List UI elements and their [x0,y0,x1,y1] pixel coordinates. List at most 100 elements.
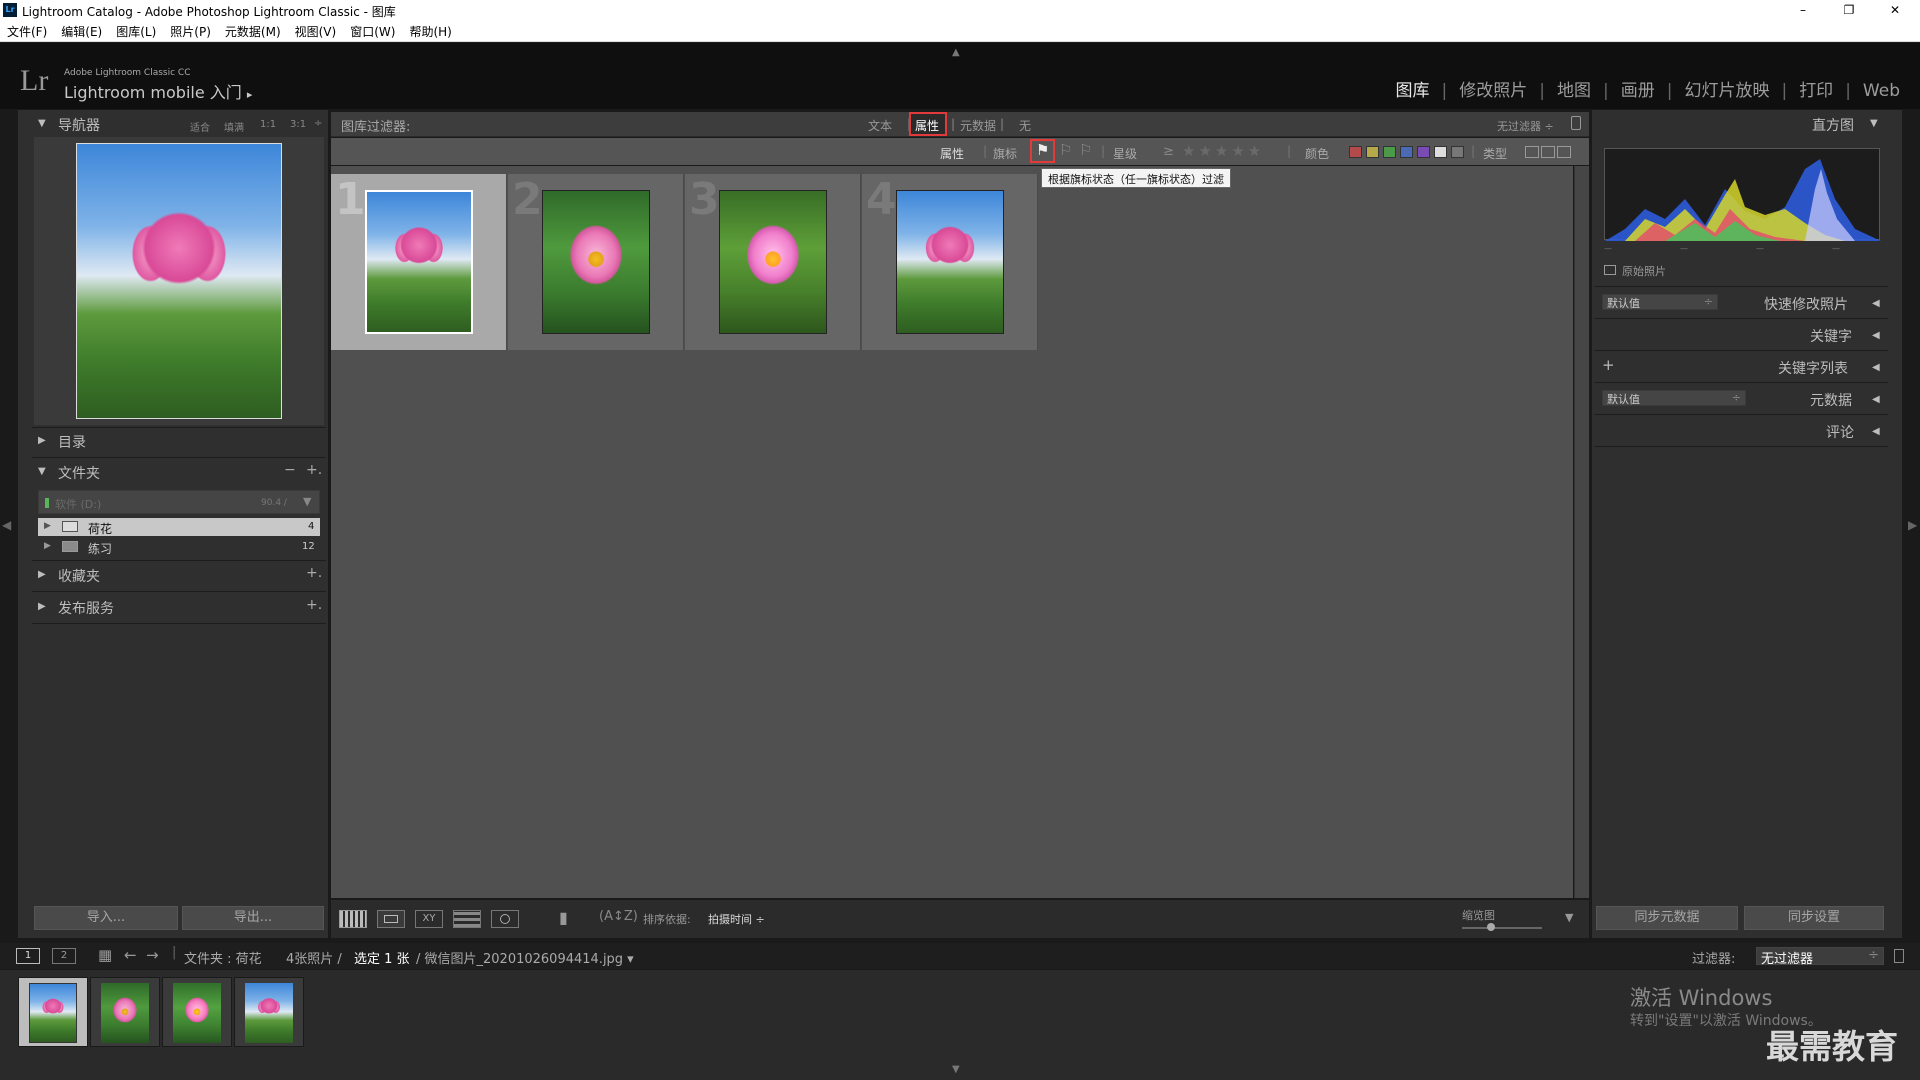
expand-left-triangle-icon[interactable]: ◀ [1872,394,1880,405]
left-panel-toggle-icon[interactable]: ◀ [2,518,11,532]
grid-view-icon[interactable] [339,910,367,928]
compare-view-icon[interactable]: XY [415,910,443,928]
filmstrip-thumb[interactable] [234,977,304,1047]
original-photo-checkbox[interactable] [1604,265,1616,275]
second-window-button[interactable]: 2 [52,948,76,964]
color-blue-swatch[interactable] [1400,146,1413,158]
thumbnail-size-slider[interactable] [1462,927,1542,929]
sync-metadata-button[interactable]: 同步元数据 [1596,906,1738,930]
type-virtual-icon[interactable] [1541,146,1555,158]
grid-shortcut-icon[interactable]: ▦ [98,946,112,964]
forward-arrow-icon[interactable]: → [146,946,159,964]
add-folder-button[interactable]: +. [306,462,322,478]
type-master-icon[interactable] [1525,146,1539,158]
thumbnail-image[interactable] [365,190,473,334]
selected-filename[interactable]: / 微信图片_20201026094414.jpg ▾ [416,948,634,967]
filmstrip-filter-select[interactable]: 无过滤器 ÷ [1756,947,1884,967]
add-keyword-button[interactable]: + [1602,356,1615,374]
people-view-icon[interactable] [491,910,519,928]
sync-settings-button[interactable]: 同步设置 [1744,906,1884,930]
export-button[interactable]: 导出... [182,906,324,930]
menu-library[interactable]: 图库(L) [109,20,163,40]
filter-preset-dropdown[interactable]: 无过滤器 ÷ [1497,118,1554,134]
grid-cell[interactable]: 4 [862,174,1038,350]
source-path[interactable]: 文件夹 : 荷花 [184,948,262,967]
collections-header[interactable]: ▶ 收藏夹 +. [34,563,324,587]
menu-help[interactable]: 帮助(H) [402,20,458,40]
module-web[interactable]: Web [1863,81,1900,101]
quick-develop-preset-select[interactable]: 默认值 ÷ [1602,294,1718,310]
filmstrip-thumb[interactable] [162,977,232,1047]
expand-left-triangle-icon[interactable]: ◀ [1872,330,1880,341]
slider-knob[interactable] [1487,923,1495,931]
menu-edit[interactable]: 编辑(E) [54,20,109,40]
filmstrip-image[interactable] [101,983,149,1043]
zoom-fit[interactable]: 适合 [190,119,210,134]
type-video-icon[interactable] [1557,146,1571,158]
color-green-swatch[interactable] [1383,146,1396,158]
rating-operator[interactable]: ≥ [1163,144,1174,159]
flag-pick-icon[interactable]: ⚑ [1036,141,1049,159]
folder-item[interactable]: ▶ 荷花 4 [38,518,320,536]
zoom-menu-icon[interactable]: ÷ [314,118,322,129]
grid-cell[interactable]: 2 [508,174,684,350]
histogram-chart[interactable] [1604,148,1881,241]
thumbnail-image[interactable] [719,190,827,334]
expand-triangle-icon[interactable]: ▶ [44,521,51,531]
volume-row[interactable]: 软件 (D:) 90.4 / ▼ [38,490,320,514]
zoom-fill[interactable]: 填满 [224,119,244,134]
filmstrip-thumb[interactable] [90,977,160,1047]
sort-dropdown[interactable]: 拍摄时间 ÷ [708,911,765,927]
survey-view-icon[interactable] [453,910,481,928]
volume-dropdown-icon[interactable]: ▼ [303,495,311,508]
back-arrow-icon[interactable]: ← [124,946,137,964]
color-yellow-swatch[interactable] [1366,146,1379,158]
module-book[interactable]: 画册 [1621,76,1655,101]
expand-left-triangle-icon[interactable]: ◀ [1872,426,1880,437]
flag-rejected-icon[interactable]: ⚐ [1079,141,1092,159]
menu-photo[interactable]: 照片(P) [163,20,218,40]
filter-tab-none[interactable]: 无 [1019,117,1031,134]
minimize-button[interactable]: – [1780,0,1826,20]
thumbnail-image[interactable] [542,190,650,334]
bottom-panel-toggle-icon[interactable]: ▼ [952,1064,960,1075]
expand-left-triangle-icon[interactable]: ◀ [1872,298,1880,309]
metadata-preset-select[interactable]: 默认值 ÷ [1602,390,1746,406]
filmstrip-thumb[interactable] [18,977,88,1047]
quick-develop-title[interactable]: 快速修改照片 [1764,294,1848,314]
maximize-button[interactable]: ❐ [1826,0,1872,20]
import-button[interactable]: 导入... [34,906,178,930]
navigator-preview-area[interactable] [34,137,324,425]
keyword-list-title[interactable]: 关键字列表 [1778,358,1848,378]
color-red-swatch[interactable] [1349,146,1362,158]
thumbnail-image[interactable] [896,190,1004,334]
menu-view[interactable]: 视图(V) [288,20,344,40]
keywording-title[interactable]: 关键字 [1810,326,1852,346]
color-none-swatch[interactable] [1451,146,1464,158]
color-custom-swatch[interactable] [1434,146,1447,158]
lock-icon[interactable] [1571,116,1581,130]
comments-title[interactable]: 评论 [1826,422,1854,442]
zoom-3-1[interactable]: 3:1 [290,119,306,130]
identity-line2[interactable]: Lightroom mobile 入门 [64,83,242,102]
filmstrip-image[interactable] [245,983,293,1043]
module-print[interactable]: 打印 [1799,76,1833,101]
toolbar-options-icon[interactable]: ▼ [1565,911,1573,924]
color-purple-swatch[interactable] [1417,146,1430,158]
mobile-link[interactable]: Lightroom mobile 入门 ▸ [64,79,252,103]
menu-file[interactable]: 文件(F) [0,20,54,40]
filter-tab-text[interactable]: 文本 [868,117,892,134]
module-library[interactable]: 图库 [1396,76,1430,101]
grid-cell[interactable]: 3 [685,174,861,350]
rating-stars[interactable]: ★★★★★ [1182,142,1264,160]
catalog-header[interactable]: ▶ 目录 [34,429,324,453]
filter-tab-metadata[interactable]: 元数据 [960,117,996,134]
add-publish-button[interactable]: +. [306,597,322,613]
filmstrip-lock-icon[interactable] [1894,949,1904,963]
filmstrip-image[interactable] [173,983,221,1043]
painter-icon[interactable]: ▮ [559,908,568,927]
grid-cell[interactable]: 1 [331,174,507,350]
expand-triangle-icon[interactable]: ▶ [44,541,51,551]
loupe-view-icon[interactable] [377,910,405,928]
grid-scrollbar[interactable] [1574,166,1589,898]
